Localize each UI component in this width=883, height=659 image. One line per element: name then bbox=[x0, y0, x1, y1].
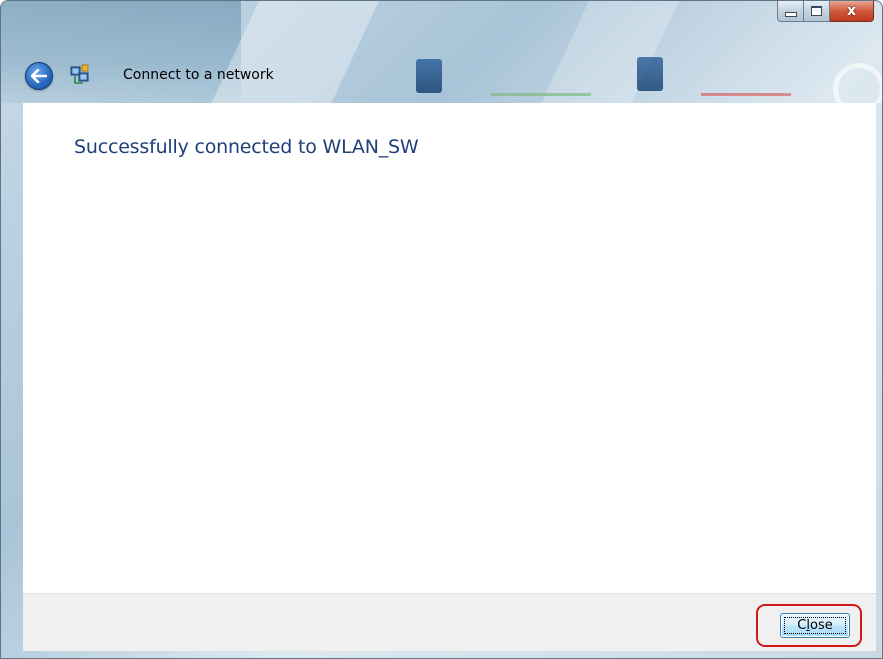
status-heading: Successfully connected to WLAN_SW bbox=[74, 136, 419, 158]
title-bar-glass-streak bbox=[514, 1, 698, 103]
minimize-button[interactable] bbox=[777, 1, 804, 22]
globe-art-icon bbox=[833, 63, 882, 103]
connect-to-network-window: x Connect to a network Successfully conn… bbox=[0, 0, 883, 659]
network-icon bbox=[70, 64, 89, 84]
computer-art-icon bbox=[416, 59, 442, 93]
connection-line-decoration bbox=[701, 93, 791, 96]
back-button[interactable] bbox=[25, 62, 53, 90]
network-art-icon bbox=[637, 57, 663, 91]
maximize-button[interactable] bbox=[804, 1, 830, 22]
close-x-icon: x bbox=[846, 3, 857, 19]
close-label-rest: ose bbox=[809, 618, 833, 633]
title-bar-background bbox=[1, 1, 882, 103]
content-pane: Successfully connected to WLAN_SW bbox=[23, 103, 876, 593]
window-close-button[interactable]: x bbox=[830, 1, 874, 22]
maximize-icon bbox=[811, 6, 822, 16]
connection-line-decoration bbox=[491, 93, 591, 96]
back-arrow-icon bbox=[31, 69, 47, 83]
close-label-first: C bbox=[797, 618, 807, 633]
footer-bar: Close bbox=[23, 593, 876, 651]
minimize-icon bbox=[784, 12, 797, 17]
close-button-label: Close bbox=[797, 618, 832, 633]
window-title: Connect to a network bbox=[123, 67, 274, 83]
caption-buttons: x bbox=[777, 1, 874, 23]
close-button[interactable]: Close bbox=[780, 613, 850, 638]
